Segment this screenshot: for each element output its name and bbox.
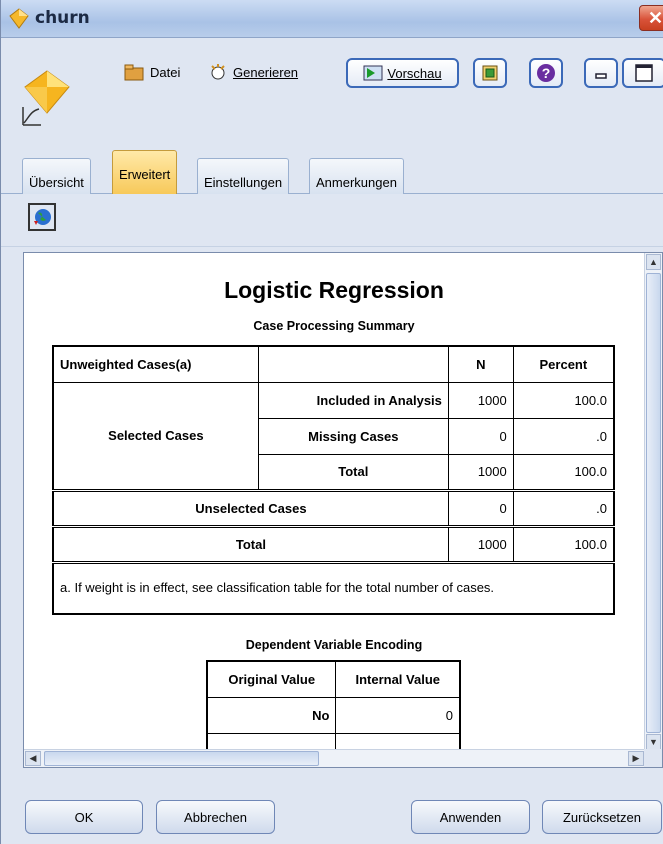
svg-text:?: ? bbox=[542, 65, 551, 81]
row-label: Total bbox=[52, 524, 449, 563]
tab-settings[interactable]: Einstellungen bbox=[197, 158, 290, 194]
scroll-right-icon[interactable]: ▶ bbox=[628, 751, 644, 766]
header-cell: Percent bbox=[512, 345, 615, 383]
case-summary-title: Case Processing Summary bbox=[253, 319, 415, 333]
header-cell bbox=[257, 345, 449, 383]
footnote-row: a. If weight is in effect, see classific… bbox=[52, 560, 615, 615]
tab-label: Anmerkungen bbox=[316, 175, 397, 190]
cell-original-value: No bbox=[206, 696, 337, 734]
cell-n: 1000 bbox=[447, 453, 514, 491]
apply-button[interactable]: Anwenden bbox=[411, 800, 530, 834]
scrollbar-corner bbox=[644, 749, 662, 767]
dialog-window: churn ✕ Datei Generieren Vorschau ? Über… bbox=[0, 0, 663, 844]
cell-n: 1000 bbox=[447, 381, 514, 419]
folder-icon bbox=[124, 64, 144, 81]
diamond-node-icon bbox=[22, 70, 70, 126]
report-title: Logistic Regression bbox=[224, 277, 444, 303]
cell-percent: .0 bbox=[512, 417, 615, 455]
preview-button[interactable]: Vorschau bbox=[346, 58, 459, 88]
cell-n: 1000 bbox=[447, 524, 514, 563]
close-icon: ✕ bbox=[648, 8, 663, 28]
case-summary-table: Unweighted Cases(a) N Percent Selected C… bbox=[52, 345, 615, 615]
encoding-table-title: Dependent Variable Encoding bbox=[245, 638, 423, 652]
tab-overview[interactable]: Übersicht bbox=[22, 158, 91, 194]
cell-percent: 100.0 bbox=[512, 381, 615, 419]
maximize-button[interactable] bbox=[622, 58, 663, 88]
cell-n: 0 bbox=[447, 488, 514, 527]
view-in-browser-button[interactable] bbox=[28, 203, 56, 231]
table-row: Unselected Cases 0 .0 bbox=[52, 488, 615, 527]
cell-percent: 100.0 bbox=[512, 524, 615, 563]
generate-menu-label: Generieren bbox=[233, 64, 299, 80]
tab-advanced[interactable]: Erweitert bbox=[112, 150, 178, 194]
table-row: Total 1000 100.0 bbox=[52, 524, 615, 563]
preview-button-label: Vorschau bbox=[387, 65, 442, 81]
title-bar[interactable]: churn ✕ bbox=[1, 0, 663, 38]
cell-percent: .0 bbox=[512, 488, 615, 527]
maximize-icon bbox=[635, 64, 653, 82]
ok-button-label: OK bbox=[74, 809, 94, 825]
close-button[interactable]: ✕ bbox=[639, 5, 663, 31]
export-button[interactable] bbox=[473, 58, 507, 88]
vertical-scrollbar[interactable]: ▲ ▼ bbox=[644, 253, 662, 751]
globe-icon bbox=[34, 209, 51, 225]
scroll-left-icon[interactable]: ◀ bbox=[25, 751, 41, 766]
window-title: churn bbox=[35, 8, 90, 28]
tab-annotations[interactable]: Anmerkungen bbox=[309, 158, 404, 194]
tab-label: Übersicht bbox=[29, 175, 84, 190]
minimize-button[interactable] bbox=[584, 58, 618, 88]
header-cell: N bbox=[447, 345, 514, 383]
table-header-row: Original Value Internal Value bbox=[206, 660, 461, 698]
horizontal-scroll-thumb[interactable] bbox=[44, 751, 319, 766]
export-icon bbox=[482, 65, 498, 81]
output-pane[interactable]: Logistic Regression Case Processing Summ… bbox=[23, 252, 663, 768]
cell-percent: 100.0 bbox=[512, 453, 615, 491]
header-cell: Unweighted Cases(a) bbox=[52, 345, 259, 383]
reset-button-label: Zurücksetzen bbox=[562, 809, 642, 825]
table-row: No 0 bbox=[206, 696, 461, 734]
dialog-button-bar: OK Abbrechen Anwenden Zurücksetzen bbox=[1, 768, 663, 844]
help-icon: ? bbox=[537, 64, 555, 82]
table-row: Selected Cases Included in Analysis 1000… bbox=[52, 381, 615, 491]
generate-menu[interactable]: Generieren bbox=[209, 58, 298, 86]
header-cell: Internal Value bbox=[335, 660, 461, 698]
cancel-button[interactable]: Abbrechen bbox=[156, 800, 275, 834]
reset-button[interactable]: Zurücksetzen bbox=[542, 800, 662, 834]
scroll-down-icon[interactable]: ▼ bbox=[646, 734, 661, 750]
diamond-node-icon bbox=[9, 8, 29, 29]
generate-icon bbox=[211, 64, 225, 80]
tab-label: Erweitert bbox=[119, 167, 171, 182]
ok-button[interactable]: OK bbox=[25, 800, 143, 834]
help-button[interactable]: ? bbox=[529, 58, 563, 88]
horizontal-scrollbar[interactable]: ◀ ▶ bbox=[24, 749, 645, 767]
cell-n: 0 bbox=[447, 417, 514, 455]
minimize-icon bbox=[595, 73, 607, 79]
table-header-row: Unweighted Cases(a) N Percent bbox=[52, 345, 615, 383]
output-toolbar bbox=[1, 195, 663, 247]
apply-button-label: Anwenden bbox=[439, 809, 502, 825]
preview-icon bbox=[363, 65, 383, 81]
header-cell: Original Value bbox=[206, 660, 337, 698]
row-label: Missing Cases bbox=[257, 417, 449, 455]
footnote: a. If weight is in effect, see classific… bbox=[52, 560, 615, 615]
tab-label: Einstellungen bbox=[204, 175, 283, 190]
row-label: Unselected Cases bbox=[52, 488, 449, 527]
scroll-up-icon[interactable]: ▲ bbox=[646, 254, 661, 270]
vertical-scroll-thumb[interactable] bbox=[646, 273, 661, 733]
toolbar: Datei Generieren Vorschau ? bbox=[1, 39, 663, 150]
cell-internal-value: 0 bbox=[335, 696, 461, 734]
cancel-button-label: Abbrechen bbox=[184, 809, 247, 825]
row-label: Included in Analysis bbox=[257, 381, 449, 419]
file-menu-label: Datei bbox=[150, 64, 181, 80]
row-label: Total bbox=[257, 453, 449, 491]
row-group-label: Selected Cases bbox=[52, 381, 259, 491]
tab-bar: Übersicht Erweitert Einstellungen Anmerk… bbox=[1, 150, 663, 194]
file-menu[interactable]: Datei bbox=[124, 58, 180, 86]
